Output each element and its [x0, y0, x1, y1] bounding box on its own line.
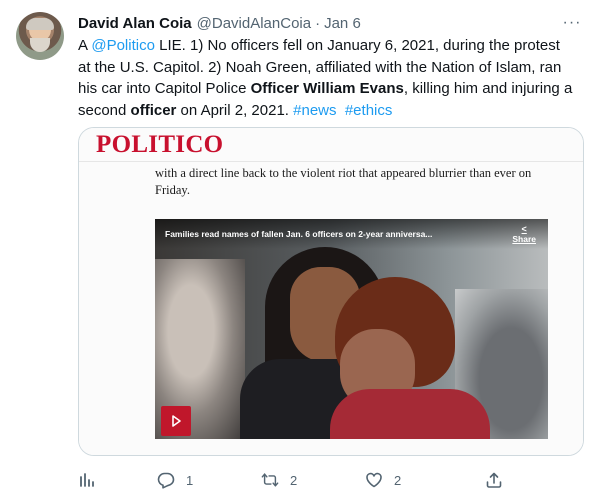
share-tweet-button[interactable]	[485, 468, 514, 492]
upload-icon	[485, 471, 503, 489]
retweet-icon	[261, 471, 279, 489]
reply-count: 1	[186, 472, 194, 488]
share-icon: <	[521, 224, 527, 234]
tweet-text-segment	[337, 102, 345, 119]
politico-logo: POLITICO	[96, 131, 224, 158]
tweet-text-bold: officer	[130, 101, 177, 119]
article-excerpt: with a direct line back to the violent r…	[155, 166, 532, 197]
header-separator: ·	[315, 14, 321, 32]
author-handle[interactable]: @DavidAlanCoia	[197, 15, 311, 32]
media-card[interactable]: POLITICO with a direct line back to the …	[78, 127, 584, 456]
play-icon	[172, 415, 181, 427]
video-title[interactable]: Families read names of fallen Jan. 6 off…	[165, 229, 465, 239]
media-image: POLITICO with a direct line back to the …	[79, 128, 583, 455]
video-player[interactable]: Families read names of fallen Jan. 6 off…	[155, 219, 548, 439]
retweet-count: 2	[290, 472, 298, 488]
analytics-button[interactable]	[78, 468, 107, 492]
heart-icon	[365, 471, 383, 489]
like-count: 2	[394, 472, 402, 488]
reply-button[interactable]: 1	[157, 468, 193, 492]
avatar-hair	[26, 18, 54, 30]
analytics-icon	[78, 471, 96, 489]
tweet-text: A @Politico LIE. 1) No officers fell on …	[78, 35, 576, 121]
share-label: Share	[512, 234, 536, 244]
play-button[interactable]	[161, 406, 191, 436]
header-divider	[79, 161, 583, 162]
retweet-button[interactable]: 2	[261, 468, 297, 492]
tweet-header: David Alan Coia @DavidAlanCoia · Jan 6 ·…	[78, 13, 582, 33]
author-name[interactable]: David Alan Coia	[78, 15, 192, 32]
hashtag-link[interactable]: #ethics	[345, 102, 393, 119]
tweet-text-segment: on April 2, 2021.	[176, 101, 294, 119]
mention-link[interactable]: @Politico	[91, 37, 155, 54]
tweet-text-segment: A	[78, 37, 92, 54]
hashtag-link[interactable]: #news	[293, 102, 336, 119]
reply-icon	[157, 471, 175, 489]
more-options-icon[interactable]: ···	[562, 13, 582, 33]
share-button[interactable]: < Share	[512, 224, 536, 244]
tweet-actions: 1 2 2	[78, 468, 508, 492]
video-frame-figure	[330, 389, 490, 439]
avatar-beard	[30, 38, 50, 52]
author-avatar[interactable]	[16, 12, 64, 60]
tweet-date[interactable]: Jan 6	[324, 15, 361, 32]
tweet-text-bold: Officer William Evans	[250, 80, 404, 97]
like-button[interactable]: 2	[365, 468, 401, 492]
